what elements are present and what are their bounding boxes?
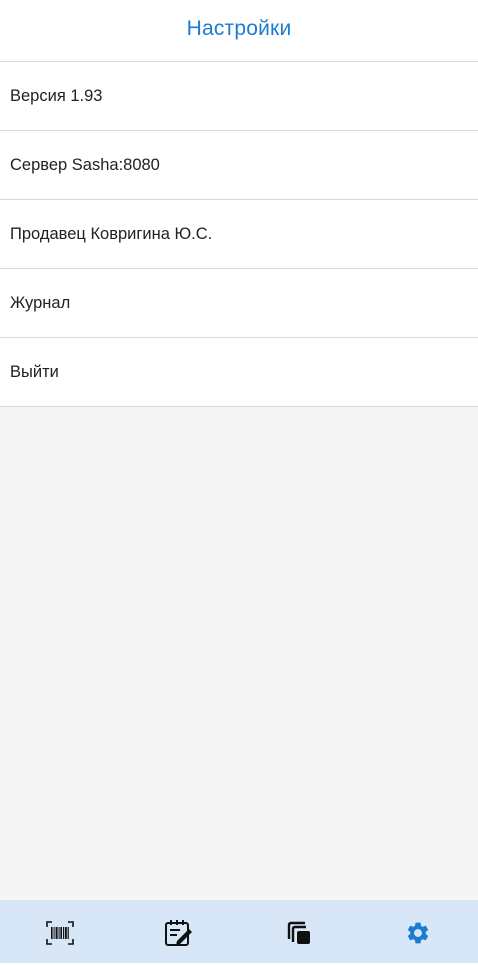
settings-item-server[interactable]: Сервер Sasha:8080 (0, 131, 478, 200)
settings-gear-icon (408, 922, 429, 943)
bottom-navigation (0, 900, 478, 965)
settings-screen: Настройки Версия 1.93 Сервер Sasha:8080 … (0, 0, 478, 965)
edit-note-icon (165, 919, 193, 946)
copy-layers-icon (287, 921, 310, 944)
settings-item-version[interactable]: Версия 1.93 (0, 62, 478, 131)
nav-scan-button[interactable] (0, 900, 120, 965)
settings-item-label: Продавец Ковригина Ю.С. (10, 224, 213, 243)
settings-item-logout[interactable]: Выйти (0, 338, 478, 407)
settings-list: Версия 1.93 Сервер Sasha:8080 Продавец К… (0, 62, 478, 407)
settings-item-label: Журнал (10, 293, 71, 312)
page-title: Настройки (186, 16, 292, 40)
nav-notes-button[interactable] (120, 900, 240, 965)
settings-item-label: Выйти (10, 362, 59, 381)
barcode-scan-icon (45, 920, 74, 945)
settings-item-label: Версия 1.93 (10, 86, 103, 105)
settings-item-label: Сервер Sasha:8080 (10, 155, 160, 174)
nav-settings-button[interactable] (359, 900, 478, 965)
app-header: Настройки (0, 0, 478, 62)
settings-item-journal[interactable]: Журнал (0, 269, 478, 338)
settings-item-seller[interactable]: Продавец Ковригина Ю.С. (0, 200, 478, 269)
nav-copies-button[interactable] (239, 900, 359, 965)
